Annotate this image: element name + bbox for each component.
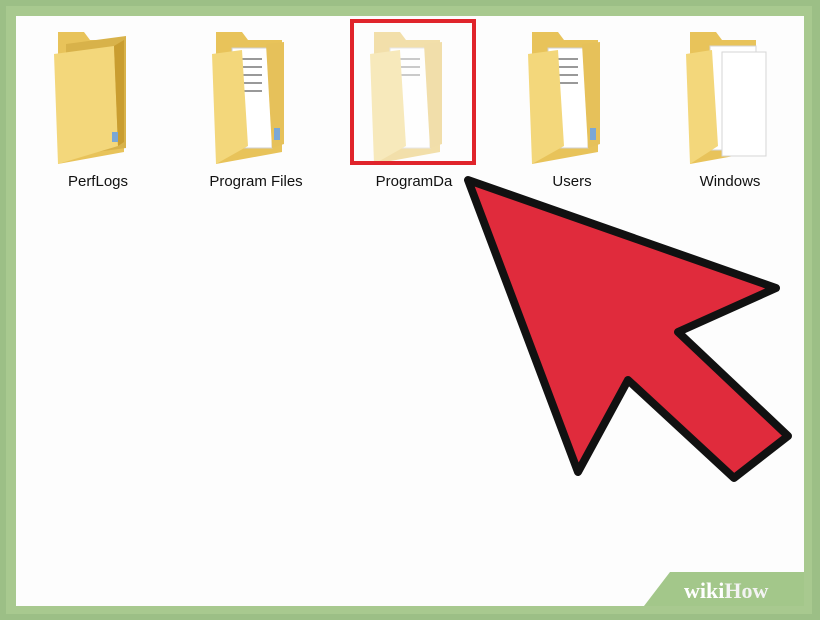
watermark-how: How bbox=[724, 578, 768, 603]
svg-text:wikiHow: wikiHow bbox=[684, 578, 768, 603]
watermark-wiki: wiki bbox=[684, 578, 724, 603]
wikihow-watermark: wikiHow bbox=[644, 572, 804, 606]
explorer-content-pane: PerfLogs Program Files ProgramDa Users W… bbox=[16, 16, 804, 606]
red-arrow-icon bbox=[464, 176, 792, 482]
